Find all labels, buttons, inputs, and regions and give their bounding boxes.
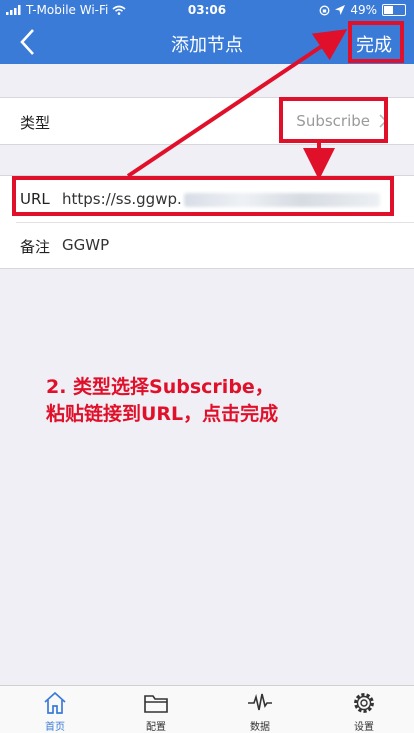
- annotation-line-2: 粘贴链接到URL，点击完成: [46, 403, 279, 425]
- pulse-icon: [248, 693, 272, 711]
- arrow-url-to-done: [126, 29, 348, 178]
- folder-icon: [144, 695, 168, 713]
- tab-settings[interactable]: 设置: [334, 690, 394, 733]
- tab-data[interactable]: 数据: [230, 690, 290, 733]
- annotation-arrows: [126, 29, 348, 180]
- annotation-line-1: 2. 类型选择Subscribe，: [46, 376, 274, 398]
- tab-home-label: 首页: [45, 722, 65, 733]
- tab-data-label: 数据: [250, 722, 270, 733]
- tab-bar: 首页 配置 数据 设置: [0, 685, 414, 733]
- home-icon: [44, 691, 66, 714]
- tab-config[interactable]: 配置: [126, 690, 186, 733]
- tab-config-label: 配置: [146, 722, 166, 733]
- gear-icon: [354, 693, 374, 713]
- annotation-text: 2. 类型选择Subscribe， 粘贴链接到URL，点击完成: [46, 374, 278, 428]
- tab-settings-label: 设置: [354, 722, 374, 733]
- tab-home[interactable]: 首页: [25, 690, 85, 733]
